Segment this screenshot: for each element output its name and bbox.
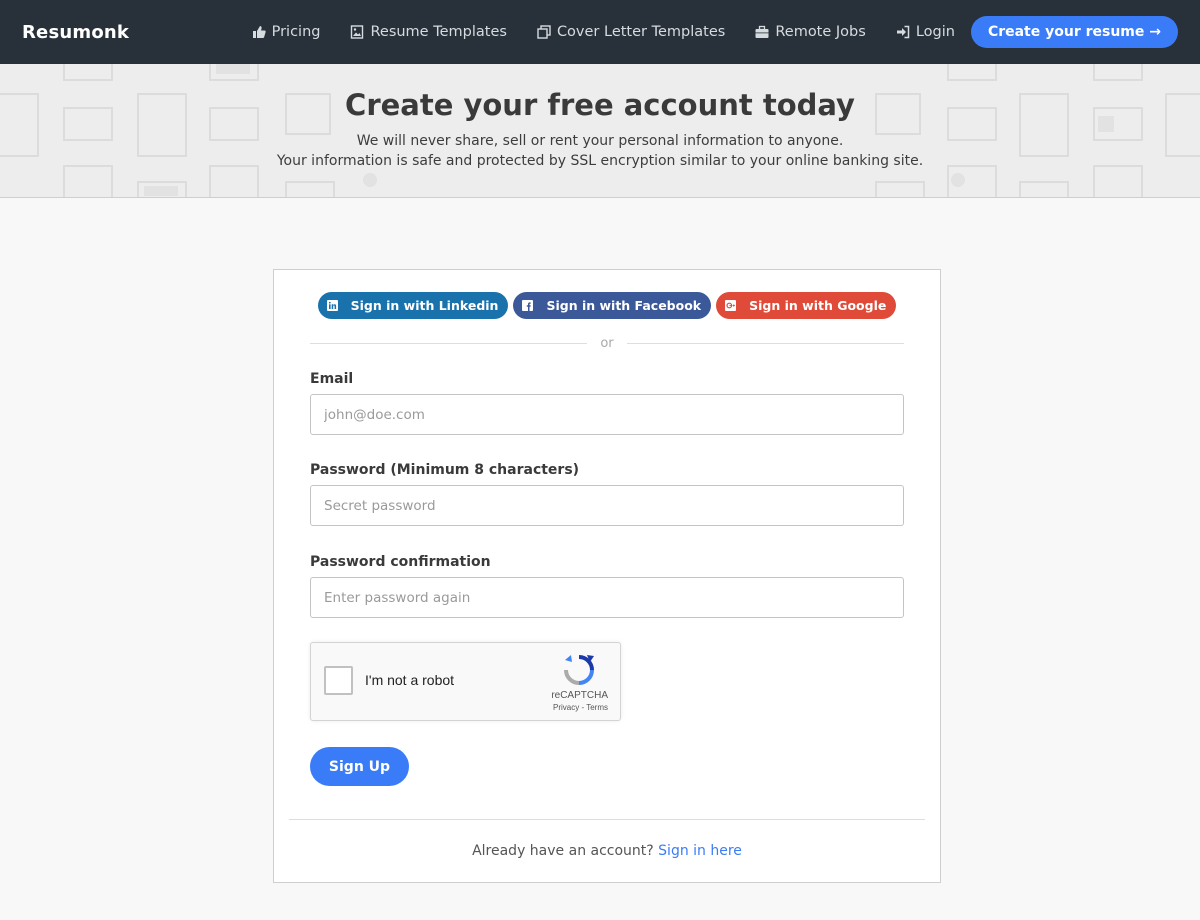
hero-content: Create your free account today We will n… (0, 64, 1200, 171)
or-divider: or (310, 336, 904, 352)
sign-in-link[interactable]: Sign in here (658, 843, 742, 859)
divider-line-right (627, 343, 904, 344)
nav-label-pricing: Pricing (271, 24, 321, 40)
linkedin-signin-label: Sign in with Linkedin (350, 298, 499, 313)
nav-label-remote-jobs: Remote Jobs (775, 24, 866, 40)
social-signin-group: Sign in with Linkedin Sign in with Faceb… (274, 292, 940, 319)
linkedin-icon (326, 300, 338, 311)
password-label: Password (Minimum 8 characters) (310, 462, 580, 478)
google-plus-icon (725, 300, 737, 311)
hero-banner: Create your free account today We will n… (0, 64, 1200, 198)
nav-item-resume-templates[interactable]: Resume Templates (350, 24, 507, 40)
privacy-note: We will never share, sell or rent your p… (356, 133, 844, 149)
nav-item-login[interactable]: Login (896, 24, 955, 40)
nav-label-resume-templates: Resume Templates (370, 24, 507, 40)
nav-label-login: Login (915, 24, 955, 40)
google-signin-label: Sign in with Google (749, 298, 887, 313)
password-confirmation-field[interactable] (310, 577, 904, 618)
security-note: Your information is safe and protected b… (276, 153, 924, 169)
brand-logo[interactable]: Resumonk (22, 22, 129, 43)
google-signin-button[interactable]: Sign in with Google (716, 292, 897, 319)
recaptcha-logo-icon (564, 655, 594, 685)
facebook-signin-label: Sign in with Facebook (546, 298, 702, 313)
nav-item-cover-letter-templates[interactable]: Cover Letter Templates (537, 24, 725, 40)
email-field[interactable] (310, 394, 904, 435)
page-title: Create your free account today (345, 88, 855, 122)
signin-prompt-text: Already have an account? (472, 843, 654, 859)
facebook-signin-button[interactable]: Sign in with Facebook (513, 292, 712, 319)
linkedin-signin-button[interactable]: Sign in with Linkedin (317, 292, 509, 319)
email-label: Email (310, 371, 354, 387)
recaptcha-brand: reCAPTCHA (551, 690, 608, 701)
recaptcha-widget: I'm not a robot reCAPTCHA Privacy - Term… (310, 642, 621, 721)
divider-or-text: or (600, 336, 614, 351)
nav-item-remote-jobs[interactable]: Remote Jobs (755, 24, 866, 40)
sign-in-icon (896, 25, 910, 39)
password-confirmation-label: Password confirmation (310, 554, 491, 570)
nav-menu: Pricing Resume Templates Cover Letter Te… (252, 24, 955, 40)
recaptcha-label: I'm not a robot (365, 672, 455, 688)
signup-card: Sign in with Linkedin Sign in with Faceb… (273, 269, 941, 883)
recaptcha-checkbox[interactable] (324, 666, 353, 695)
create-resume-button[interactable]: Create your resume → (970, 16, 1178, 48)
sign-up-button[interactable]: Sign Up (310, 747, 409, 786)
facebook-icon (522, 300, 534, 311)
recaptcha-privacy-terms-link[interactable]: Privacy - Terms (553, 703, 608, 712)
password-field[interactable] (310, 485, 904, 526)
briefcase-icon (755, 25, 769, 39)
top-navbar: Resumonk Pricing Resume Templates Cover … (0, 0, 1200, 64)
image-icon (350, 25, 364, 39)
signin-prompt: Already have an account? Sign in here (274, 843, 940, 859)
nav-label-cover-letter-templates: Cover Letter Templates (556, 24, 726, 40)
thumbs-up-icon (252, 25, 266, 39)
copy-icon (537, 25, 551, 39)
nav-item-pricing[interactable]: Pricing (252, 24, 321, 40)
card-separator (289, 819, 925, 820)
